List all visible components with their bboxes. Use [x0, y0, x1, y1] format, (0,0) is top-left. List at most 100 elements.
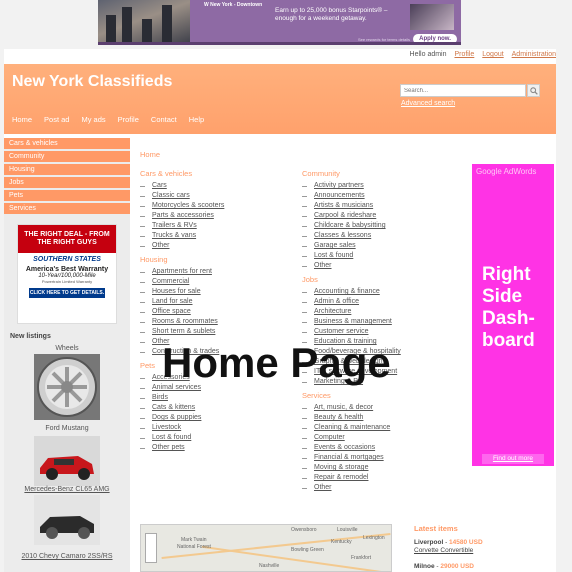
- category-link[interactable]: Other: [314, 262, 332, 269]
- listing-name[interactable]: Wheels: [4, 345, 130, 352]
- category-link[interactable]: Carpool & rideshare: [314, 212, 376, 219]
- site-title[interactable]: New York Classifieds: [12, 73, 172, 91]
- location-map[interactable]: Owensboro Louisville Kentucky Mark Twain…: [140, 524, 392, 572]
- category-link[interactable]: Artists & musicians: [314, 202, 373, 209]
- category-link[interactable]: Computer: [314, 434, 345, 441]
- top-ad-banner[interactable]: W New York - Downtown Earn up to 25,000 …: [98, 0, 461, 45]
- wheel-image[interactable]: [34, 354, 100, 420]
- sidebar-item-services[interactable]: Services: [4, 203, 130, 214]
- search-icon: [529, 86, 538, 95]
- listing-name[interactable]: Ford Mustang: [4, 425, 130, 432]
- categories-right-column: Community Activity partners Announcement…: [302, 169, 462, 497]
- ad-logo: SOUTHERN STATES: [33, 256, 101, 263]
- nav-post-ad[interactable]: Post ad: [44, 115, 69, 124]
- search-button[interactable]: [527, 84, 540, 97]
- sidebar-item-housing[interactable]: Housing: [4, 164, 130, 175]
- breadcrumb[interactable]: Home: [140, 150, 160, 159]
- category-link[interactable]: Financial & mortgages: [314, 454, 384, 461]
- find-out-more-button[interactable]: Find out more: [482, 454, 544, 464]
- administration-link[interactable]: Administration: [512, 51, 556, 58]
- category-link[interactable]: Architecture: [314, 308, 351, 315]
- category-link[interactable]: Trailers & RVs: [152, 222, 197, 229]
- category-link[interactable]: Art, music, & decor: [314, 404, 373, 411]
- category-link[interactable]: Accounting & finance: [314, 288, 380, 295]
- latest-item-link[interactable]: Corvette Convertible: [414, 547, 556, 555]
- profile-link[interactable]: Profile: [454, 51, 474, 58]
- category-link[interactable]: Cleaning & maintenance: [314, 424, 390, 431]
- category-link[interactable]: Childcare & babysitting: [314, 222, 386, 229]
- sidebar-item-community[interactable]: Community: [4, 151, 130, 162]
- category-link[interactable]: Livestock: [152, 424, 181, 431]
- category-link[interactable]: Short term & sublets: [152, 328, 215, 335]
- nav-profile[interactable]: Profile: [118, 115, 139, 124]
- sidebar-item-jobs[interactable]: Jobs: [4, 177, 130, 188]
- category-link[interactable]: Admin & office: [314, 298, 359, 305]
- category-link[interactable]: Lost & found: [152, 434, 191, 441]
- category-link[interactable]: Apartments for rent: [152, 268, 212, 275]
- latest-item[interactable]: Liverpool - 14580 USD Corvette Convertib…: [414, 539, 556, 555]
- category-link[interactable]: Classic cars: [152, 192, 190, 199]
- ad-cta-button[interactable]: CLICK HERE TO GET DETAILS.: [29, 288, 105, 298]
- right-side-dashboard[interactable]: Google AdWords Right Side Dash-board Fin…: [472, 164, 554, 466]
- category-link[interactable]: Rooms & roommates: [152, 318, 218, 325]
- listing-item[interactable]: [4, 434, 130, 486]
- category-link[interactable]: Activity partners: [314, 182, 364, 189]
- category-title[interactable]: Housing: [140, 255, 300, 264]
- nav-contact[interactable]: Contact: [151, 115, 177, 124]
- sidebar-ad[interactable]: THE RIGHT DEAL - FROM THE RIGHT GUYS SOU…: [17, 224, 117, 324]
- category-link[interactable]: Other: [314, 484, 332, 491]
- page-title-overlay: Home Page: [162, 339, 391, 386]
- category-link[interactable]: Houses for sale: [152, 288, 201, 295]
- category-link[interactable]: Events & occasions: [314, 444, 375, 451]
- category-link[interactable]: Commercial: [152, 278, 189, 285]
- category-link[interactable]: Garage sales: [314, 242, 356, 249]
- sidebar-item-pets[interactable]: Pets: [4, 190, 130, 201]
- latest-items-title: Latest items: [414, 524, 458, 533]
- listing-name[interactable]: Mercedes-Benz CL65 AMG: [4, 486, 130, 493]
- ad-brand: W New York - Downtown: [204, 2, 263, 8]
- sidebar-item-cars-vehicles[interactable]: Cars & vehicles: [4, 138, 130, 149]
- ad-headline: Earn up to 25,000 bonus Starpoints® – en…: [275, 7, 388, 22]
- logout-link[interactable]: Logout: [482, 51, 503, 58]
- category-title[interactable]: Community: [302, 169, 462, 178]
- mustang-image[interactable]: [34, 436, 100, 486]
- category-link[interactable]: Repair & remodel: [314, 474, 368, 481]
- category-link[interactable]: Customer service: [314, 328, 368, 335]
- category-link[interactable]: Trucks & vans: [152, 232, 196, 239]
- listing-name[interactable]: 2010 Chevy Camaro 2SS/RS: [4, 553, 130, 560]
- adwords-logo: Google AdWords: [476, 167, 537, 176]
- nav-help[interactable]: Help: [189, 115, 204, 124]
- ad-headline: THE RIGHT DEAL - FROM THE RIGHT GUYS: [18, 225, 116, 253]
- listing-item[interactable]: Mercedes-Benz CL65 AMG 2010 Chevy Camaro…: [4, 486, 130, 560]
- category-link[interactable]: Parts & accessories: [152, 212, 214, 219]
- latest-item[interactable]: Milnoe - 29000 USD: [414, 563, 556, 571]
- category-link[interactable]: Office space: [152, 308, 191, 315]
- category-link[interactable]: Lost & found: [314, 252, 353, 259]
- category-link[interactable]: Announcements: [314, 192, 365, 199]
- search-input[interactable]: [400, 84, 526, 97]
- advanced-search-link[interactable]: Advanced search: [401, 100, 455, 107]
- category-link[interactable]: Cars: [152, 182, 167, 189]
- category-link[interactable]: Other pets: [152, 444, 185, 451]
- listing-item[interactable]: Wheels Ford Mustang: [4, 345, 130, 432]
- category-link[interactable]: Other: [152, 242, 170, 249]
- ad-fineprint: Powertrain Limited Warranty: [41, 279, 93, 284]
- category-link[interactable]: Beauty & health: [314, 414, 363, 421]
- category-link[interactable]: Classes & lessons: [314, 232, 371, 239]
- category-link[interactable]: Birds: [152, 394, 168, 401]
- category-title[interactable]: Services: [302, 391, 462, 400]
- category-link[interactable]: Business & management: [314, 318, 392, 325]
- map-zoom-control[interactable]: [145, 533, 157, 563]
- category-link[interactable]: Moving & storage: [314, 464, 368, 471]
- nav-my-ads[interactable]: My ads: [81, 115, 105, 124]
- category-link[interactable]: Land for sale: [152, 298, 192, 305]
- category-title[interactable]: Cars & vehicles: [140, 169, 300, 178]
- category-list: Activity partners Announcements Artists …: [302, 181, 462, 271]
- mercedes-image[interactable]: [34, 495, 100, 545]
- category-link[interactable]: Cats & kittens: [152, 404, 195, 411]
- category-link[interactable]: Motorcycles & scooters: [152, 202, 224, 209]
- category-list: Art, music, & decor Beauty & health Clea…: [302, 403, 462, 493]
- nav-home[interactable]: Home: [12, 115, 32, 124]
- category-link[interactable]: Dogs & puppies: [152, 414, 201, 421]
- category-title[interactable]: Jobs: [302, 275, 462, 284]
